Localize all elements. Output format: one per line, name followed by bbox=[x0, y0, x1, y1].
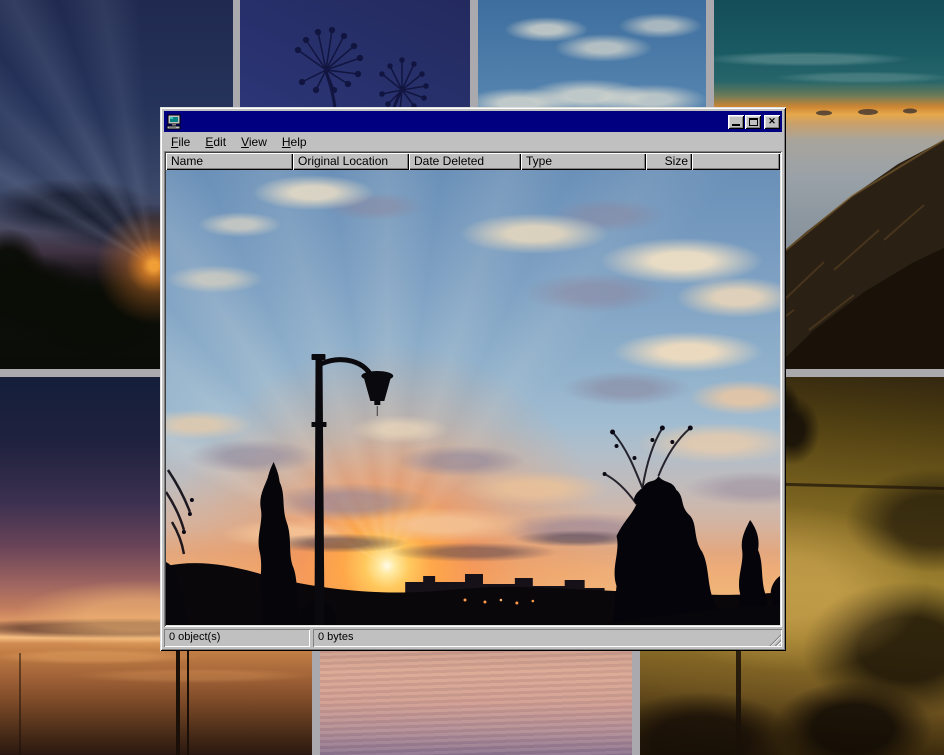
minimize-button[interactable] bbox=[728, 115, 744, 129]
column-header-original-location[interactable]: Original Location bbox=[293, 153, 409, 170]
status-size-text: 0 bytes bbox=[318, 631, 353, 643]
status-bar: 0 object(s) 0 bytes bbox=[164, 629, 782, 647]
status-object-count: 0 object(s) bbox=[164, 629, 310, 647]
titlebar[interactable]: ✕ bbox=[164, 111, 782, 132]
column-header-row: Name Original Location Date Deleted Type… bbox=[166, 153, 780, 170]
column-header-name[interactable]: Name bbox=[166, 153, 293, 170]
photo-silhouettes bbox=[166, 170, 780, 625]
menu-file[interactable]: File bbox=[165, 133, 196, 151]
minimize-icon bbox=[732, 124, 740, 126]
close-icon: ✕ bbox=[768, 117, 776, 126]
status-size: 0 bytes bbox=[313, 629, 782, 647]
column-header-empty[interactable] bbox=[692, 153, 780, 170]
maximize-icon bbox=[749, 118, 758, 126]
desktop-wallpaper: ✕ File Edit View Help Name Original Loca… bbox=[0, 0, 944, 755]
lake-pole bbox=[19, 653, 21, 755]
list-view-sunset-streetlamp-photo[interactable] bbox=[166, 170, 780, 625]
menu-bar: File Edit View Help bbox=[164, 132, 782, 151]
menu-help[interactable]: Help bbox=[276, 133, 313, 151]
file-list-client-area: Name Original Location Date Deleted Type… bbox=[164, 151, 782, 627]
menu-edit[interactable]: Edit bbox=[199, 133, 232, 151]
computer-icon[interactable] bbox=[166, 114, 182, 130]
column-header-type[interactable]: Type bbox=[521, 153, 646, 170]
column-header-size[interactable]: Size bbox=[646, 153, 692, 170]
lake-pole bbox=[176, 643, 180, 755]
lake-pole bbox=[187, 647, 189, 755]
menu-view[interactable]: View bbox=[235, 133, 273, 151]
close-button[interactable]: ✕ bbox=[764, 115, 780, 129]
maximize-button[interactable] bbox=[745, 115, 761, 129]
recycle-bin-window: ✕ File Edit View Help Name Original Loca… bbox=[160, 107, 786, 651]
resize-grip[interactable] bbox=[768, 633, 781, 646]
column-header-date-deleted[interactable]: Date Deleted bbox=[409, 153, 521, 170]
